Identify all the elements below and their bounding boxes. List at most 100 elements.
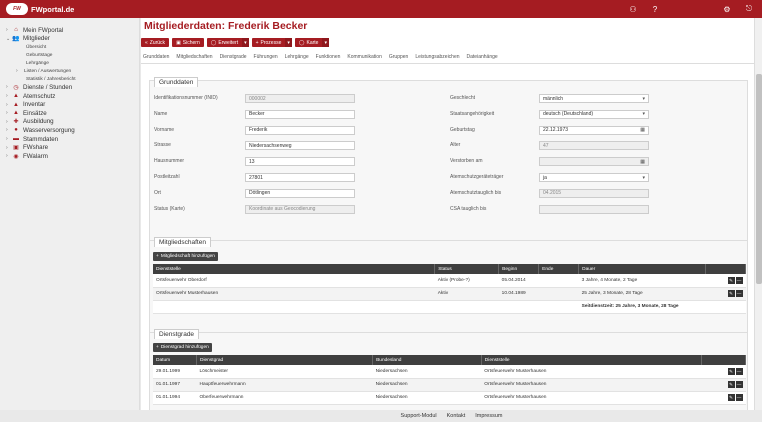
sidebar-item-inventar[interactable]: › ▲ Inventar — [0, 100, 139, 109]
field-input[interactable]: 13 — [245, 157, 355, 167]
delete-icon[interactable]: — — [735, 393, 743, 401]
network-icon[interactable]: ⚇ — [628, 4, 638, 14]
column-header[interactable]: Beginn — [498, 264, 540, 274]
button-label: Karte — [306, 39, 319, 46]
sidebar-item-fwalarm[interactable]: › ◉ FWalarm — [0, 152, 139, 161]
field-input[interactable]: Frederik — [245, 125, 355, 135]
table-row[interactable]: Ortsfeuerwehr Oberdorf Aktiv (Probe-?) 05.… — [153, 274, 746, 288]
field-value: Dötlingen — [249, 190, 271, 197]
add-mitgliedschaft-button[interactable]: + Mitgliedschaft hinzufügen — [153, 252, 218, 261]
tab-f-hrungen[interactable]: Führungen — [254, 54, 278, 60]
toolbar-button-prozesse[interactable]: + Prozesse ▾ — [251, 38, 292, 47]
chevron-down-icon[interactable]: ▾ — [322, 38, 329, 47]
field-value: 47 — [543, 142, 549, 149]
field-input[interactable]: ja ▾ — [539, 173, 649, 182]
sidebar-subitem[interactable]: Statistik / Jahresbericht — [0, 75, 139, 83]
column-header[interactable]: Dienstgrad — [196, 355, 374, 365]
delete-icon[interactable]: — — [735, 276, 743, 284]
column-header[interactable]: Dauer — [578, 264, 706, 274]
sidebar-subitem-expand[interactable]: › Listen / Auswertungen — [0, 67, 139, 75]
field-label: Ort — [154, 189, 161, 196]
field-label: Vorname — [154, 126, 175, 133]
table-row[interactable]: 01.01.1994 Oberfeuerwehrmann Niedersachsen… — [153, 391, 746, 405]
button-label: Prozesse — [260, 39, 282, 46]
sidebar-item-label: FWalarm — [23, 152, 48, 160]
tab-divider — [141, 63, 754, 64]
sidebar-item-mein-fwportal[interactable]: › ⌂ Mein FWportal — [0, 26, 139, 35]
toolbar-button-erweitert[interactable]: ◯ Erweitert ▾ — [206, 38, 249, 47]
sidebar-item-atemschutz[interactable]: › ▲ Atemschutz — [0, 92, 139, 101]
field-input[interactable]: Becker — [245, 109, 355, 119]
table-row[interactable]: Ortsfeuerwehr Musterhausen Aktiv 10.04.198… — [153, 287, 746, 301]
logout-icon[interactable]: ⎋ — [744, 4, 754, 14]
scroll-thumb[interactable] — [756, 74, 762, 284]
footer-link-support-modul[interactable]: Support-Modul — [401, 413, 437, 419]
sidebar-item-dienste-stunden[interactable]: › ◷ Dienste / Stunden — [0, 83, 139, 92]
tab-dienstgrade[interactable]: Dienstgrade — [220, 54, 247, 60]
column-header[interactable]: Dienststelle — [481, 355, 703, 365]
tab-kommunikation[interactable]: Kommunikation — [347, 54, 381, 60]
sidebar-item-ausbildung[interactable]: › ✚ Ausbildung — [0, 118, 139, 127]
column-header[interactable]: Bundesland — [372, 355, 482, 365]
help-icon[interactable]: ? — [650, 4, 660, 14]
sidebar-subitem[interactable]: Lehrgänge — [0, 59, 139, 67]
footer-link-kontakt[interactable]: Kontakt — [447, 413, 466, 419]
table-row[interactable]: 01.01.1997 Hauptfeuerwehrmann Niedersachse… — [153, 378, 746, 392]
sidebar-subitem[interactable]: Übersicht — [0, 43, 139, 51]
add-dienstgrad-button[interactable]: + Dienstgrad hinzufügen — [153, 343, 212, 352]
delete-icon[interactable]: — — [735, 380, 743, 388]
form-row: Geschlecht — [450, 95, 475, 101]
field-label: Hausnummer — [154, 158, 185, 165]
toolbar-button-sichern[interactable]: ▣ Sichern — [172, 38, 204, 47]
edit-icon[interactable]: ✎ — [727, 290, 735, 298]
tab-dateianh-nge[interactable]: Dateianhänge — [467, 54, 498, 60]
field-input: ▦ — [539, 157, 649, 167]
table-cell: 25 Jahre, 3 Monate, 28 Tage — [578, 287, 706, 301]
tab-funktionen[interactable]: Funktionen — [316, 54, 341, 60]
field-input[interactable]: Dötlingen — [245, 188, 355, 198]
column-header[interactable]: Dienststelle — [153, 264, 436, 274]
field-input[interactable]: 22.12.1973 ▦ — [539, 125, 649, 135]
form-row: CSA tauglich bis — [450, 206, 486, 212]
sidebar-item-eins-tze[interactable]: › ▲ Einsätze — [0, 109, 139, 118]
field-input[interactable]: Niedersachsenweg — [245, 141, 355, 151]
toolbar-button-karte[interactable]: ◯ Karte ▾ — [294, 38, 329, 47]
chevron-down-icon[interactable]: ▾ — [285, 38, 292, 47]
table-cell: 29.01.1999 — [153, 365, 197, 379]
field-input: Koordinate aus Geocodierung — [245, 204, 355, 214]
chevron-down-icon: ▾ — [642, 111, 645, 118]
edit-icon[interactable]: ✎ — [727, 368, 735, 375]
column-header[interactable]: Status — [434, 264, 500, 274]
sidebar-subitem[interactable]: Geburtstage — [0, 51, 139, 59]
edit-icon[interactable]: ✎ — [727, 381, 735, 389]
sidebar-item-fwshare[interactable]: › ▣ FWshare — [0, 143, 139, 152]
tab-grunddaten[interactable]: Grunddaten — [143, 54, 169, 60]
field-input[interactable]: deutsch (Deutschland) ▾ — [539, 109, 649, 119]
delete-icon[interactable]: — — [735, 367, 743, 375]
field-input[interactable]: 27801 — [245, 173, 355, 182]
field-input[interactable]: männlich ▾ — [539, 94, 649, 103]
scrollbar[interactable] — [754, 18, 762, 410]
tab-mitgliedschaften[interactable]: Mitgliedschaften — [176, 54, 212, 60]
settings-icon[interactable]: ⚙ — [722, 4, 732, 14]
column-header[interactable]: Datum — [153, 355, 197, 365]
edit-icon[interactable]: ✎ — [727, 394, 735, 402]
footer-link-impressum[interactable]: Impressum — [475, 413, 502, 419]
sidebar-item-wasserversorgung[interactable]: › ● Wasserversorgung — [0, 126, 139, 135]
field-value: Becker — [249, 111, 265, 118]
sidebar-item-mitglieder[interactable]: ⌄ 👥 Mitglieder — [0, 35, 139, 44]
tab-gruppen[interactable]: Gruppen — [389, 54, 408, 60]
button-icon: « — [145, 39, 148, 46]
button-icon: ◯ — [298, 39, 305, 46]
chevron-down-icon[interactable]: ▾ — [242, 38, 249, 47]
toolbar-button-zur-ck[interactable]: «Zurück — [141, 38, 170, 47]
sidebar-item-stammdaten[interactable]: › ▬ Stammdaten — [0, 135, 139, 144]
table-row[interactable]: 29.01.1999 Löschmeister Niedersachsen Ortsf… — [153, 365, 746, 379]
tab-lehrg-nge[interactable]: Lehrgänge — [285, 54, 309, 60]
form-row: Vorname — [154, 127, 174, 133]
tab-leistungsabzeichen[interactable]: Leistungsabzeichen — [415, 54, 459, 60]
delete-icon[interactable]: — — [735, 289, 743, 297]
column-header[interactable]: Ende — [538, 264, 580, 274]
app-logo[interactable]: FW FWportal.de — [6, 3, 74, 15]
edit-icon[interactable]: ✎ — [727, 277, 735, 284]
